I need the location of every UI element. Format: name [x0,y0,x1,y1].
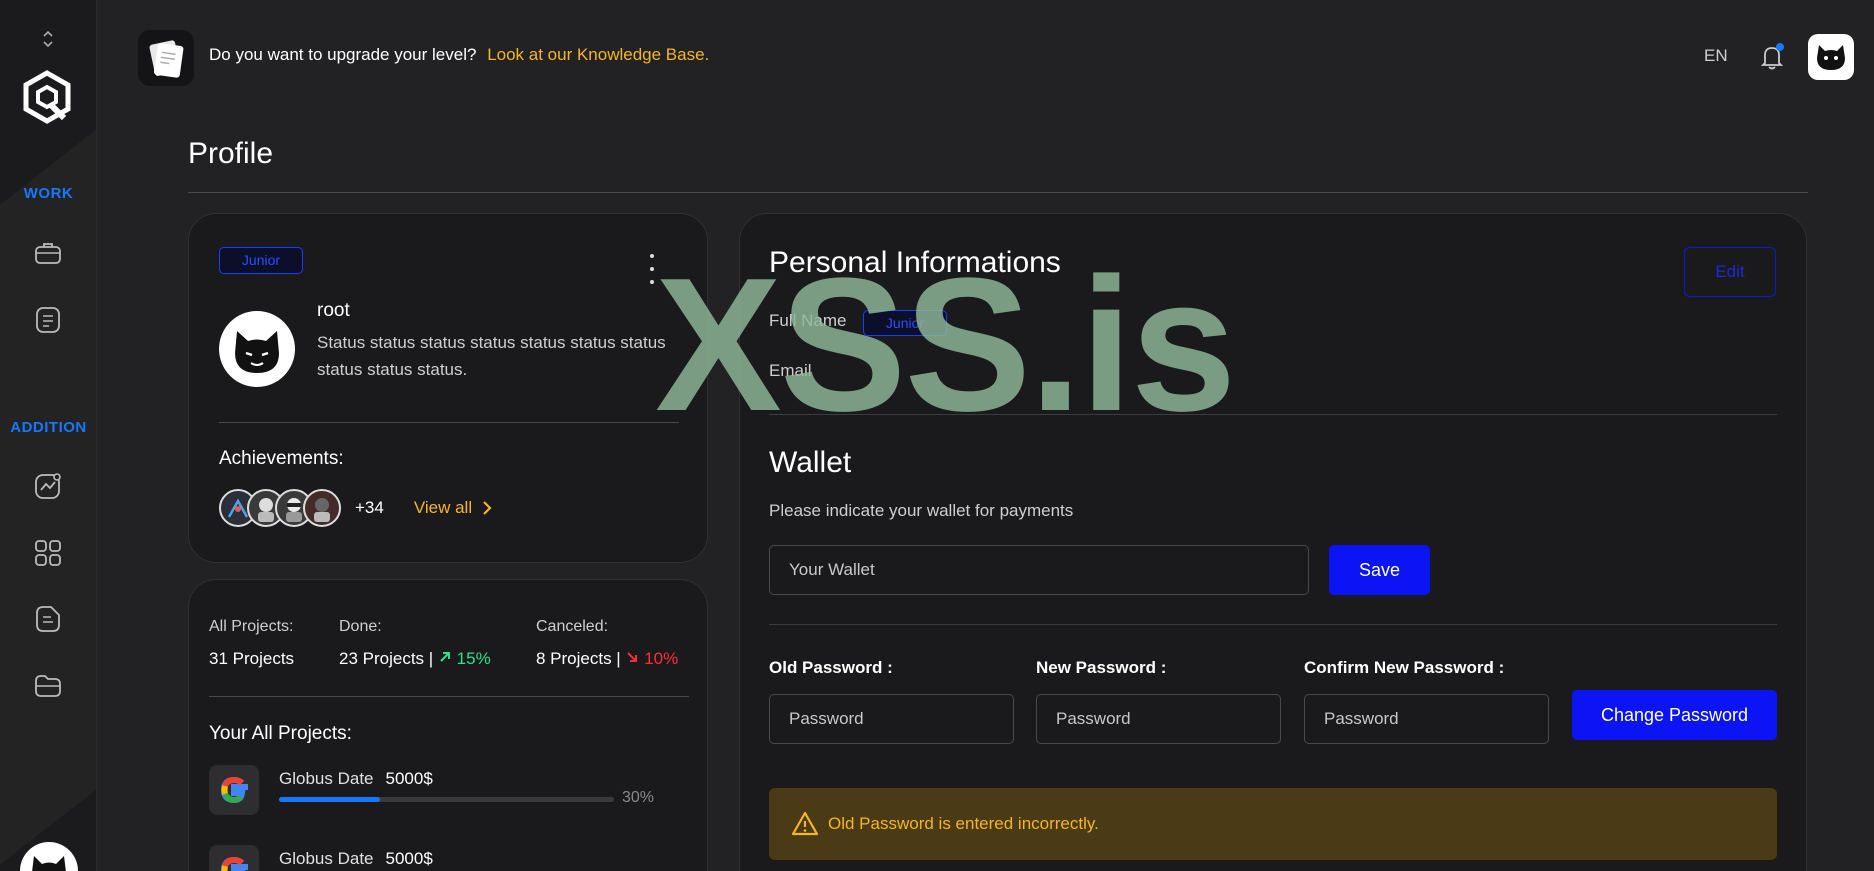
full-name-label: Full Name [769,311,847,330]
project-name: Globus Date [279,849,374,868]
project-name-row: Globus Date 5000$ [279,769,433,789]
sidebar-section-addition: ADDITION [10,419,87,436]
save-wallet-button[interactable]: Save [1329,545,1430,595]
email-label: Email [769,361,812,380]
wallet-divider [769,624,1777,625]
profile-name: root [317,300,350,321]
stat-done-label: Done: [339,618,382,635]
projects-card: All Projects: 31 Projects Done: 23 Proje… [188,579,708,871]
projects-list-title: Your All Projects: [209,723,352,744]
stat-canceled-label: Canceled: [536,618,609,635]
sidebar: WORK ADDITION [0,0,97,871]
profile-divider [219,422,679,423]
project-price: 5000$ [385,849,433,868]
project-progress-bar [279,797,614,802]
edit-button[interactable]: Edit [1684,247,1776,297]
stat-all-value: 31 Projects [209,649,295,668]
upgrade-question: Do you want to upgrade your level? [209,45,477,64]
stat-done-row: 23 Projects | 15% [339,649,536,669]
project-row[interactable]: Globus Date 5000$ [209,845,689,871]
sidebar-section-work: WORK [23,185,74,202]
stat-done-value: 23 Projects | [339,649,434,668]
arrow-up-right-icon [440,652,450,662]
project-name-row: Globus Date 5000$ [279,849,433,869]
app-logo-icon[interactable] [22,70,72,124]
confirm-password-label: Confirm New Password : [1304,658,1505,677]
upgrade-prompt: Do you want to upgrade your level? Look … [209,45,709,65]
chevron-right-icon [483,501,492,515]
knowledge-base-link[interactable]: Look at our Knowledge Base. [487,45,709,64]
confirm-password-input[interactable] [1304,694,1549,744]
title-divider [188,192,1808,193]
error-alert: Old Password is entered incorrectly. [769,788,1777,860]
more-options-icon[interactable] [644,254,660,284]
stat-canceled-change: 10% [644,649,679,668]
stat-canceled: Canceled: 8 Projects | 10% [536,618,689,669]
wallet-title: Wallet [769,446,852,479]
stat-all: All Projects: 31 Projects [209,618,339,669]
old-password-input[interactable] [769,694,1014,744]
stat-all-label: All Projects: [209,618,294,635]
project-row[interactable]: Globus Date 5000$ 30% [209,765,689,825]
sidebar-user-avatar[interactable] [20,842,78,871]
document-icon [138,30,194,86]
project-name: Globus Date [279,769,374,788]
grid-apps-icon[interactable] [33,538,63,568]
view-all-label: View all [413,498,473,517]
collapse-toggle-icon[interactable] [38,28,58,52]
profile-avatar [219,311,295,387]
projects-divider [209,696,689,697]
wallet-description: Please indicate your wallet for payments [769,501,1074,520]
document-list-icon[interactable] [33,305,63,335]
old-password-label: Old Password : [769,658,893,677]
view-all-achievements-link[interactable]: View all [414,498,492,518]
level-badge: Junior [219,247,303,274]
document-edit-icon[interactable] [33,604,63,634]
google-logo-icon [209,765,259,815]
language-selector[interactable]: EN [1704,46,1728,66]
sidebar-background-shape [0,48,96,871]
achievement-icon [303,489,341,527]
stat-canceled-value: 8 Projects | [536,649,621,668]
notification-dot [1776,43,1784,51]
warning-icon [791,811,819,836]
google-logo-icon [209,845,259,871]
new-password-label: New Password : [1036,658,1167,677]
project-stats: All Projects: 31 Projects Done: 23 Proje… [209,618,689,669]
alert-message: Old Password is entered incorrectly. [828,814,1099,833]
briefcase-icon[interactable] [33,238,63,268]
achievements-label: Achievements: [219,448,344,469]
profile-card: Junior root Status status status status … [188,213,708,563]
activity-chart-icon[interactable] [33,471,63,501]
personal-info-card: Personal Informations Edit Full Name Jun… [739,213,1807,871]
personal-info-title: Personal Informations [769,246,1061,279]
new-password-input[interactable] [1036,694,1281,744]
folder-icon[interactable] [33,671,63,701]
stat-done: Done: 23 Projects | 15% [339,618,536,669]
profile-status: Status status status status status statu… [317,333,666,379]
wallet-input[interactable] [769,545,1309,595]
achievements-more-count: +34 [355,498,384,517]
full-name-badge: Junior [863,310,947,336]
project-progress-fill [279,797,380,802]
stat-done-change: 15% [456,649,491,668]
info-divider [769,414,1777,415]
change-password-button[interactable]: Change Password [1572,690,1777,740]
stat-canceled-row: 8 Projects | 10% [536,649,689,669]
arrow-down-right-icon [627,652,638,662]
project-price: 5000$ [385,769,433,788]
header-user-avatar[interactable] [1808,34,1854,80]
project-progress-label: 30% [622,789,655,806]
achievements-row: +34 View all [219,488,492,528]
page-title: Profile [188,137,274,170]
